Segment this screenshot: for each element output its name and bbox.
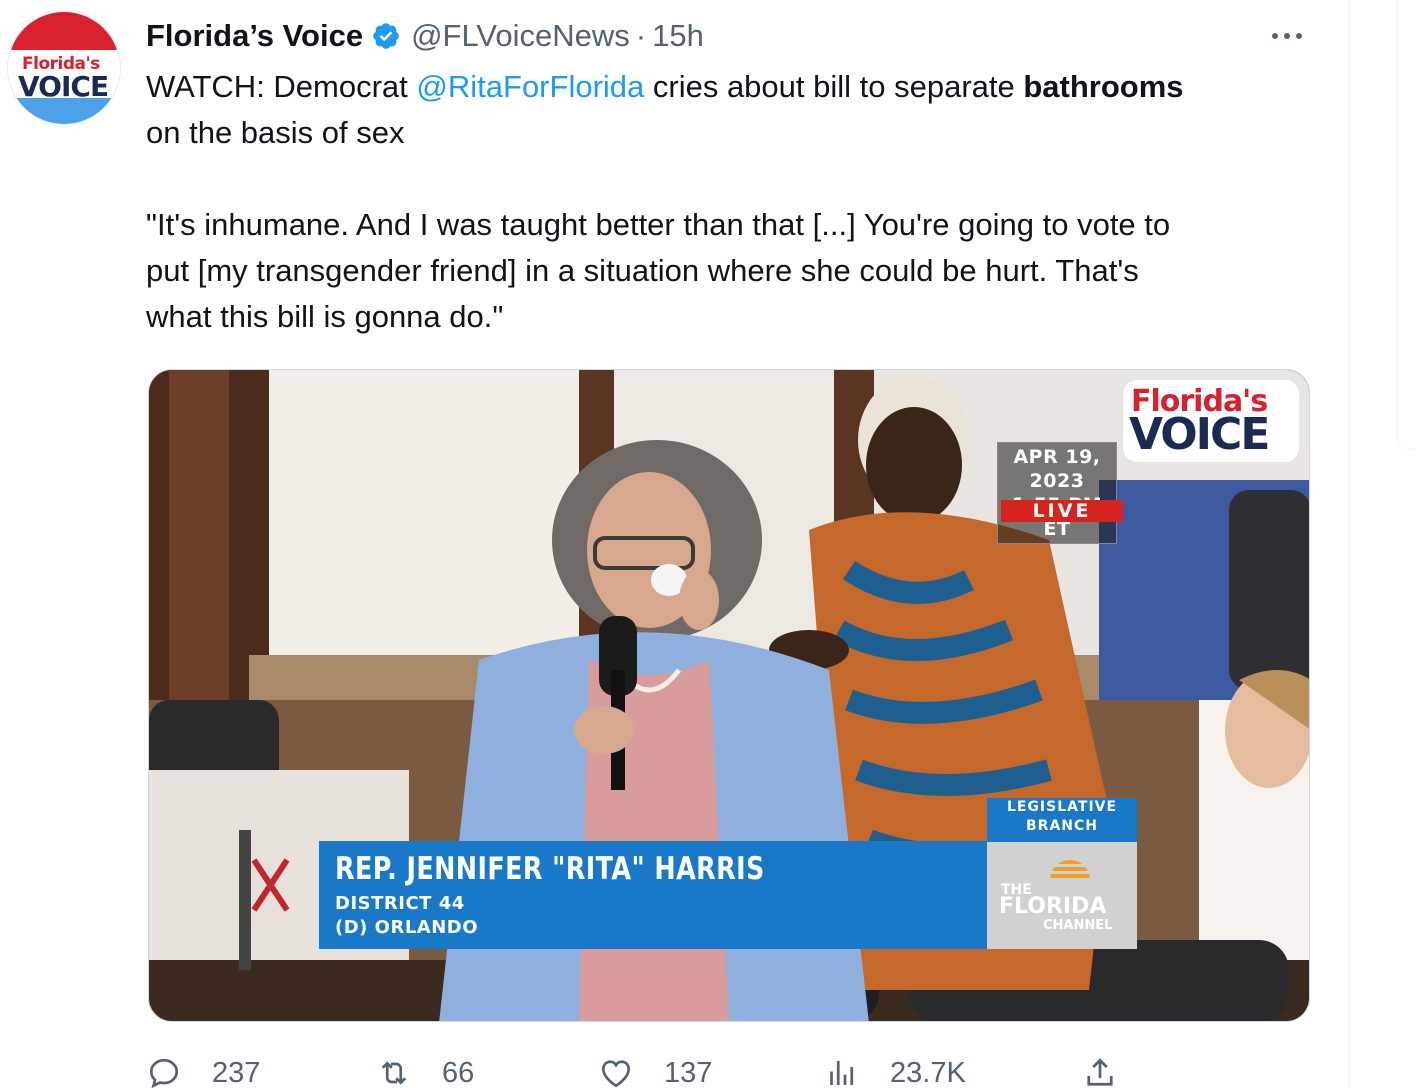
share-button[interactable]: [1082, 1050, 1118, 1088]
views-icon: [830, 1061, 854, 1085]
views-button[interactable]: 23.7K: [824, 1050, 966, 1088]
reply-button[interactable]: 237: [146, 1050, 260, 1088]
tweet-line-2: on the basis of sex: [146, 115, 405, 150]
speaker-name: REP. JENNIFER "RITA" HARRIS: [335, 851, 765, 887]
view-count: 23.7K: [890, 1056, 966, 1088]
watermark-line2: VOICE: [1129, 409, 1270, 460]
share-icon: [1087, 1058, 1113, 1086]
tweet-text: WATCH: Democrat @RitaForFlorida cries ab…: [146, 64, 1336, 340]
like-button[interactable]: 137: [598, 1050, 712, 1088]
retweet-button[interactable]: 66: [376, 1050, 474, 1088]
timestamp[interactable]: 15h: [652, 18, 704, 54]
avatar-logo-line2: VOICE: [18, 70, 109, 103]
retweet-count: 66: [442, 1056, 475, 1088]
quote-line-2: put [my transgender friend] in a situati…: [146, 253, 1139, 288]
mention-link[interactable]: @RitaForFlorida: [416, 69, 644, 104]
floridas-voice-watermark: Florida's VOICE: [1123, 380, 1299, 462]
verified-badge-icon[interactable]: [371, 21, 401, 51]
bold-word: bathrooms: [1023, 69, 1184, 104]
retweet-icon: [381, 1061, 407, 1085]
more-icon[interactable]: [1262, 18, 1312, 54]
quote-line-1: "It's inhumane. And I was taught better …: [146, 207, 1171, 242]
like-icon: [601, 1060, 631, 1088]
speaker-lower-third: REP. JENNIFER "RITA" HARRIS DISTRICT 44 …: [319, 841, 987, 949]
avatar[interactable]: Florida's VOICE: [8, 12, 120, 124]
user-handle[interactable]: @FLVoiceNews: [411, 18, 630, 54]
timeline-divider: [1348, 0, 1349, 1088]
tweet-header: Florida’s Voice @FLVoiceNews · 15h: [146, 14, 704, 58]
legislative-branch-label: LEGISLATIVE BRANCH: [987, 798, 1137, 842]
tweet-actions: 237 66 137 23.7K: [146, 1050, 1326, 1088]
tweet-video[interactable]: Florida's VOICE APR 19, 2023 1:55 PM ET …: [148, 369, 1310, 1022]
display-name[interactable]: Florida’s Voice: [146, 18, 363, 54]
reply-count: 237: [212, 1056, 261, 1088]
broadcast-date: APR 19, 2023: [1013, 446, 1101, 492]
florida-channel-logo: THE FLORIDA CHANNEL: [987, 842, 1137, 949]
sun-icon: [1041, 860, 1099, 886]
speaker-district: DISTRICT 44: [335, 893, 465, 914]
sidebar-panel-edge: [1396, 0, 1416, 450]
live-badge: LIVE: [1001, 500, 1123, 522]
tweet-line-1: WATCH: Democrat @RitaForFlorida cries ab…: [146, 69, 1184, 104]
speaker-party-city: (D) ORLANDO: [335, 917, 479, 938]
reply-icon: [149, 1058, 179, 1088]
quote-line-3: what this bill is gonna do.": [146, 299, 504, 334]
separator-dot: ·: [635, 18, 647, 53]
like-count: 137: [664, 1056, 713, 1088]
broadcast-datetime: APR 19, 2023 1:55 PM ET: [997, 442, 1117, 544]
